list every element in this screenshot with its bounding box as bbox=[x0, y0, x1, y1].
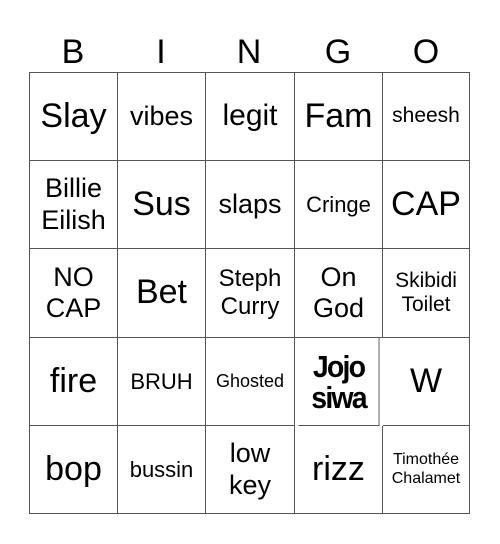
bingo-cell[interactable]: Billie Eilish bbox=[30, 161, 118, 249]
bingo-cell[interactable]: fire bbox=[30, 338, 118, 426]
bingo-cell[interactable]: Ghosted bbox=[206, 338, 295, 426]
header-letter-b: B bbox=[61, 33, 85, 71]
bingo-cell[interactable]: On God bbox=[295, 249, 383, 338]
header-letter-i: I bbox=[156, 33, 166, 71]
bingo-cell[interactable]: vibes bbox=[118, 73, 206, 161]
bingo-cell[interactable]: Steph Curry bbox=[206, 249, 295, 338]
bingo-cell[interactable]: Timothée Chalamet bbox=[383, 426, 469, 513]
bingo-cell[interactable]: sheesh bbox=[383, 73, 469, 161]
bingo-cell[interactable]: Skibidi Toilet bbox=[383, 249, 469, 338]
header-letter-n: N bbox=[236, 33, 262, 71]
bingo-cell[interactable]: Cringe bbox=[295, 161, 383, 249]
bingo-cell[interactable]: Fam bbox=[295, 73, 383, 161]
bingo-cell[interactable]: rizz bbox=[295, 426, 383, 513]
bingo-cell[interactable]: W bbox=[383, 338, 469, 426]
header-letter-g: G bbox=[324, 33, 352, 71]
bingo-cell[interactable]: BRUH bbox=[118, 338, 206, 426]
bingo-cell[interactable]: Bet bbox=[118, 249, 206, 338]
bingo-cell[interactable]: bop bbox=[30, 426, 118, 513]
bingo-cell[interactable]: Jojo siwa bbox=[298, 338, 380, 426]
bingo-cell[interactable]: legit bbox=[206, 73, 295, 161]
bingo-cell[interactable]: Slay bbox=[30, 73, 118, 161]
bingo-cell[interactable]: Sus bbox=[118, 161, 206, 249]
bingo-board: Slay vibes legit Fam sheesh Billie Eilis… bbox=[29, 72, 470, 514]
header-letter-o: O bbox=[412, 33, 440, 71]
bingo-cell[interactable]: NO CAP bbox=[30, 249, 118, 338]
bingo-cell[interactable]: CAP bbox=[383, 161, 469, 249]
bingo-cell[interactable]: bussin bbox=[118, 426, 206, 513]
bingo-cell[interactable]: low key bbox=[206, 426, 295, 513]
bingo-cell[interactable]: slaps bbox=[206, 161, 295, 249]
